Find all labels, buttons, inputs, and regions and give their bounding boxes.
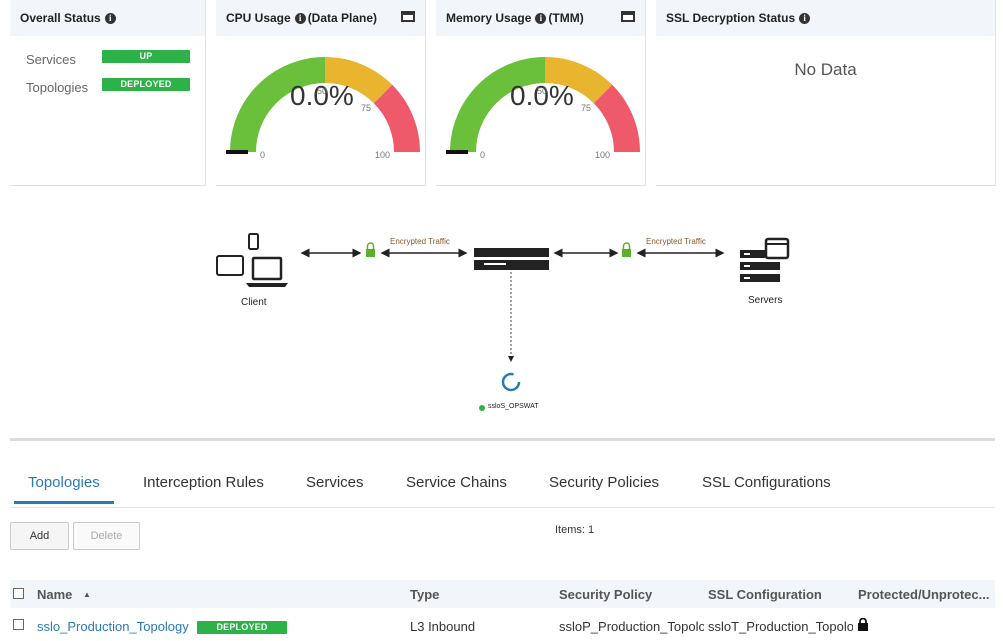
ssl-configuration-cell: ssloT_Production_Topolo bbox=[708, 619, 853, 634]
service-status-dot-icon bbox=[479, 405, 485, 411]
gauge-tick-50: 50 bbox=[537, 86, 548, 96]
topologies-label: Topologies bbox=[26, 80, 89, 95]
active-tab-indicator bbox=[14, 501, 114, 504]
cpu-usage-panel: CPU Usage i (Data Plane) 0.0% 0 50 75 100 bbox=[216, 0, 426, 186]
type-cell: L3 Inbound bbox=[410, 619, 476, 634]
name-column-header[interactable]: Name bbox=[37, 587, 72, 602]
info-icon[interactable]: i bbox=[294, 12, 306, 24]
overall-status-title: Overall Status bbox=[20, 11, 101, 25]
client-devices-icon[interactable] bbox=[216, 233, 288, 287]
gauge-tick-100: 100 bbox=[375, 150, 391, 160]
info-icon[interactable]: i bbox=[535, 12, 547, 24]
monitor-icon[interactable] bbox=[621, 11, 635, 22]
type-column-header[interactable]: Type bbox=[410, 587, 439, 602]
encrypted-traffic-label-right: Encrypted Traffic bbox=[646, 237, 706, 246]
delete-button[interactable]: Delete bbox=[73, 522, 140, 550]
cpu-usage-suffix: (Data Plane) bbox=[307, 11, 378, 25]
services-label: Services bbox=[26, 52, 76, 67]
info-icon[interactable]: i bbox=[104, 12, 116, 24]
security-policy-cell: ssloP_Production_Topolo bbox=[559, 619, 704, 634]
table-row: sslo_Production_Topology DEPLOYED L3 Inb… bbox=[10, 612, 995, 641]
gauge-tick-100: 100 bbox=[595, 150, 611, 160]
gauge-needle bbox=[446, 150, 468, 154]
gauge-needle bbox=[226, 150, 248, 154]
security-policy-column-header[interactable]: Security Policy bbox=[559, 587, 652, 602]
info-icon[interactable]: i bbox=[799, 12, 811, 24]
memory-usage-suffix: (TMM) bbox=[548, 11, 584, 25]
select-all-checkbox[interactable] bbox=[13, 588, 24, 599]
servers-label: Servers bbox=[748, 295, 783, 306]
section-divider bbox=[10, 438, 995, 441]
ssl-decryption-header: SSL Decryption Status i bbox=[656, 0, 995, 36]
overall-status-header: Overall Status i bbox=[10, 0, 205, 36]
service-node-icon[interactable] bbox=[501, 372, 521, 392]
items-count: Items: 1 bbox=[555, 524, 595, 536]
add-button[interactable]: Add bbox=[10, 522, 69, 550]
tab-security-policies[interactable]: Security Policies bbox=[549, 474, 659, 491]
cpu-usage-title: CPU Usage bbox=[226, 11, 291, 25]
topology-diagram: Client Servers Encrypted Traffic Encrypt… bbox=[10, 186, 995, 441]
memory-usage-value: 0.0% bbox=[510, 80, 574, 111]
ssl-configuration-column-header[interactable]: SSL Configuration bbox=[708, 587, 822, 602]
memory-usage-title: Memory Usage bbox=[446, 11, 532, 25]
client-label: Client bbox=[241, 297, 267, 308]
no-data-text: No Data bbox=[794, 60, 857, 79]
topologies-status-badge: DEPLOYED bbox=[102, 78, 190, 91]
gauge-tick-75: 75 bbox=[581, 103, 592, 113]
services-status-badge: UP bbox=[102, 50, 190, 63]
service-node-label[interactable]: ssloS_OPSWAT bbox=[488, 403, 539, 410]
gauge-tick-0: 0 bbox=[260, 150, 266, 160]
sslo-appliance-icon[interactable] bbox=[474, 248, 549, 270]
encrypted-traffic-label-left: Encrypted Traffic bbox=[390, 237, 450, 246]
ssl-decryption-title: SSL Decryption Status bbox=[666, 11, 796, 25]
cpu-usage-value: 0.0% bbox=[290, 80, 354, 111]
sort-ascending-icon[interactable]: ▲ bbox=[83, 590, 91, 599]
monitor-icon[interactable] bbox=[401, 11, 415, 22]
lock-icon bbox=[622, 242, 631, 257]
tab-topologies[interactable]: Topologies bbox=[28, 474, 100, 491]
topology-name-link[interactable]: sslo_Production_Topology bbox=[37, 619, 189, 634]
tab-bar: Topologies Interception Rules Services S… bbox=[10, 462, 995, 508]
tab-interception-rules[interactable]: Interception Rules bbox=[143, 474, 264, 491]
overall-status-panel: Overall Status i Services UP Topologies D… bbox=[10, 0, 206, 186]
gauge-tick-75: 75 bbox=[361, 103, 372, 113]
lock-icon bbox=[366, 242, 375, 257]
ssl-decryption-panel: SSL Decryption Status i No Data bbox=[656, 0, 996, 186]
memory-usage-header: Memory Usage i (TMM) bbox=[436, 0, 645, 36]
gauge-tick-50: 50 bbox=[317, 86, 328, 96]
servers-icon[interactable] bbox=[740, 237, 790, 282]
protected-column-header[interactable]: Protected/Unprotec... bbox=[858, 587, 989, 602]
table-header: Name ▲ Type Security Policy SSL Configur… bbox=[10, 580, 995, 608]
deployed-badge: DEPLOYED bbox=[197, 621, 287, 634]
cpu-usage-header: CPU Usage i (Data Plane) bbox=[216, 0, 425, 36]
memory-usage-panel: Memory Usage i (TMM) 0.0% 0 50 75 100 bbox=[436, 0, 646, 186]
gauge-tick-0: 0 bbox=[480, 150, 486, 160]
lock-icon bbox=[858, 618, 868, 631]
tab-ssl-configurations[interactable]: SSL Configurations bbox=[702, 474, 831, 491]
tab-services[interactable]: Services bbox=[306, 474, 364, 491]
tab-service-chains[interactable]: Service Chains bbox=[406, 474, 507, 491]
row-checkbox[interactable] bbox=[13, 619, 24, 630]
